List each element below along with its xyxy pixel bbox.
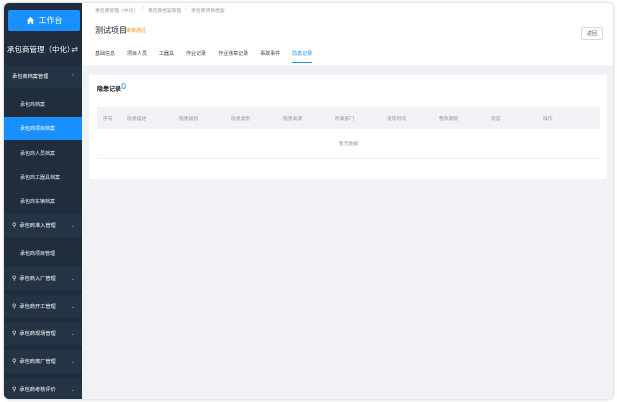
menu-item-label: 承包商项目管理 bbox=[20, 251, 56, 257]
sidebar-item-contractor-archive[interactable]: 承包商档案 bbox=[4, 93, 82, 116]
location-pin-icon: ⚲ bbox=[12, 330, 17, 337]
tab-violation-records[interactable]: 作业违章记录 bbox=[218, 50, 248, 63]
sidebar: 工作台 承包商管理（中化） ⇄ 承包商档案管理 ⌃ 承包商档案 承包商项目档案 … bbox=[4, 3, 82, 399]
sidebar-item-label: 承包商项目档案 bbox=[20, 126, 56, 132]
column-header: 操作 bbox=[543, 117, 553, 122]
menu-group-evaluation[interactable]: ⚲ 承包商考核评价 ⌄ bbox=[4, 378, 82, 399]
menu-group-access[interactable]: ⚲ 承包商准入管理 ⌄ bbox=[4, 214, 82, 237]
status-badge: 审核通过 bbox=[126, 28, 147, 34]
menu-group-archive[interactable]: 承包商档案管理 ⌃ bbox=[4, 65, 82, 88]
chevron-down-icon: ⌄ bbox=[70, 303, 75, 310]
tab-tools[interactable]: 工器具 bbox=[159, 50, 174, 63]
sidebar-item-label: 承包商人员档案 bbox=[20, 151, 56, 157]
tab-project-personnel[interactable]: 项目人员 bbox=[127, 50, 147, 63]
breadcrumb-item: 承包商项目档案 bbox=[191, 9, 225, 14]
page-title: 测试项目 bbox=[95, 26, 127, 35]
breadcrumb-item[interactable]: 承包商管理（中化） bbox=[95, 7, 138, 14]
tab-work-records[interactable]: 作业记录 bbox=[186, 50, 206, 63]
hazard-records-card: 隐患记录 0 序号 隐患描述 隐患级别 隐患类别 隐患来源 所属部门 发现时间 … bbox=[89, 75, 607, 179]
column-header: 状态 bbox=[491, 117, 501, 122]
chevron-down-icon: ⌄ bbox=[70, 358, 75, 365]
sidebar-item-vehicle-archive[interactable]: 承包商车辆档案 bbox=[4, 190, 82, 213]
workbench-label: 工作台 bbox=[38, 16, 63, 25]
workbench-button[interactable]: 工作台 bbox=[8, 10, 80, 31]
menu-group-label: 承包商准入管理 bbox=[19, 223, 56, 229]
location-pin-icon: ⚲ bbox=[12, 358, 17, 365]
column-header: 整改期限 bbox=[439, 117, 459, 122]
location-pin-icon: ⚲ bbox=[12, 386, 17, 393]
tab-hazard-records[interactable]: 隐患记录 bbox=[292, 50, 313, 63]
empty-state: 暂无数据 bbox=[97, 129, 600, 159]
tab-bar: 基础信息 项目人员 工器具 作业记录 作业违章记录 事故事件 隐患记录 bbox=[95, 50, 313, 63]
menu-item-project[interactable]: 承包商项目管理 bbox=[4, 242, 82, 265]
table-header: 序号 隐患描述 隐患级别 隐患类别 隐患来源 所属部门 发现时间 整改期限 状态… bbox=[97, 107, 600, 129]
column-header: 隐患描述 bbox=[127, 117, 147, 122]
column-header: 隐患类别 bbox=[231, 117, 251, 122]
chevron-down-icon: ⌄ bbox=[70, 330, 75, 337]
column-header: 所属部门 bbox=[335, 117, 355, 122]
menu-group-label: 承包商开工管理 bbox=[19, 304, 56, 310]
location-pin-icon: ⚲ bbox=[12, 222, 17, 229]
menu-group-entry[interactable]: ⚲ 承包商入厂管理 ⌄ bbox=[4, 267, 82, 290]
record-count: 0 bbox=[121, 82, 127, 91]
chevron-down-icon: ⌄ bbox=[70, 275, 75, 282]
chevron-down-icon: ⌄ bbox=[70, 222, 75, 229]
card-title: 隐患记录 bbox=[97, 86, 122, 93]
system-title-text: 承包商管理（中化） bbox=[7, 44, 75, 54]
menu-group-onsite[interactable]: ⚲ 承包商现场管理 ⌄ bbox=[4, 322, 82, 345]
main-content: 承包商管理（中化） / 承包商档案管理 / 承包商项目档案 测试项目 审核通过 … bbox=[82, 3, 613, 399]
sidebar-item-project-archive[interactable]: 承包商项目档案 bbox=[4, 117, 82, 140]
breadcrumb-separator: / bbox=[185, 7, 188, 12]
sidebar-item-label: 承包商车辆档案 bbox=[20, 199, 56, 205]
column-header: 隐患级别 bbox=[179, 117, 199, 122]
location-pin-icon: ⚲ bbox=[12, 275, 17, 282]
app-window: 工作台 承包商管理（中化） ⇄ 承包商档案管理 ⌃ 承包商档案 承包商项目档案 … bbox=[4, 3, 613, 399]
menu-group-exit[interactable]: ⚲ 承包商离厂管理 ⌄ bbox=[4, 350, 82, 373]
chevron-down-icon: ⌄ bbox=[70, 386, 75, 393]
menu-group-start[interactable]: ⚲ 承包商开工管理 ⌄ bbox=[4, 295, 82, 318]
back-button[interactable]: 返回 bbox=[581, 27, 603, 40]
page-header: 承包商管理（中化） / 承包商档案管理 / 承包商项目档案 测试项目 审核通过 … bbox=[82, 3, 613, 65]
sidebar-item-label: 承包商工器具档案 bbox=[20, 175, 61, 181]
system-title: 承包商管理（中化） ⇄ bbox=[7, 41, 82, 57]
column-header: 发现时间 bbox=[387, 117, 407, 122]
home-icon bbox=[26, 16, 34, 25]
breadcrumb-item[interactable]: 承包商档案管理 bbox=[148, 7, 182, 14]
breadcrumb-separator: / bbox=[142, 7, 144, 12]
column-header: 序号 bbox=[103, 117, 113, 122]
menu-group-label: 承包商离厂管理 bbox=[19, 359, 56, 365]
sidebar-item-label: 承包商档案 bbox=[20, 102, 46, 108]
menu-group-label: 承包商入厂管理 bbox=[19, 276, 56, 282]
location-pin-icon: ⚲ bbox=[12, 303, 17, 310]
menu-group-label: 承包商现场管理 bbox=[19, 331, 56, 337]
menu-group-label: 承包商档案管理 bbox=[12, 74, 49, 80]
column-header: 隐患来源 bbox=[283, 117, 303, 122]
sidebar-item-personnel-archive[interactable]: 承包商人员档案 bbox=[4, 142, 82, 165]
menu-group-label: 承包商考核评价 bbox=[19, 387, 56, 393]
sidebar-item-tool-archive[interactable]: 承包商工器具档案 bbox=[4, 166, 82, 189]
breadcrumb: 承包商管理（中化） / 承包商档案管理 / 承包商项目档案 bbox=[95, 7, 225, 14]
tab-basic-info[interactable]: 基础信息 bbox=[95, 50, 115, 63]
tab-incidents[interactable]: 事故事件 bbox=[260, 50, 280, 63]
swap-icon[interactable]: ⇄ bbox=[71, 45, 78, 54]
chevron-up-icon: ⌃ bbox=[70, 73, 75, 80]
